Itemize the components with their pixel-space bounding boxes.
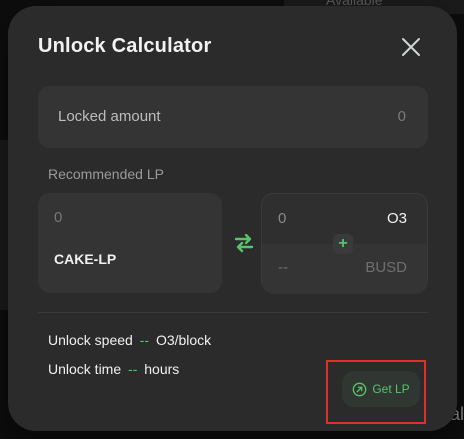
unlock-time-value: --	[128, 361, 138, 377]
close-button[interactable]	[399, 35, 423, 59]
lp-token-label: CAKE-LP	[54, 251, 117, 267]
get-lp-button[interactable]: Get LP	[342, 371, 420, 407]
plus-icon: +	[333, 234, 353, 254]
busd-amount-value: --	[278, 259, 288, 276]
o3-token-label: O3	[386, 210, 407, 227]
unlock-speed-value: --	[139, 332, 150, 348]
lp-amount-value: 0	[54, 209, 63, 226]
unlock-speed-label: Unlock speed	[48, 332, 133, 348]
swap-button[interactable]	[233, 232, 255, 254]
divider	[38, 312, 428, 313]
unlock-time-row: Unlock time -- hours	[48, 361, 179, 377]
token-pair-box: 0 O3 -- BUSD +	[261, 193, 428, 294]
locked-amount-value: 0	[397, 108, 406, 125]
close-icon	[402, 38, 420, 56]
modal-title: Unlock Calculator	[38, 35, 212, 57]
o3-amount-value: 0	[278, 210, 287, 227]
arrow-up-right-circle-icon	[352, 382, 367, 396]
lp-amount-field[interactable]: 0 CAKE-LP	[38, 193, 222, 293]
get-lp-label: Get LP	[372, 382, 410, 396]
unlock-time-unit: hours	[144, 361, 180, 377]
busd-token-label: BUSD	[365, 259, 407, 276]
recommended-lp-label: Recommended LP	[48, 166, 164, 182]
unlock-speed-unit: O3/block	[155, 332, 212, 348]
locked-amount-field[interactable]: Locked amount 0	[38, 86, 428, 148]
swap-icon	[234, 233, 254, 253]
unlock-time-label: Unlock time	[48, 361, 122, 377]
locked-amount-label: Locked amount	[58, 108, 161, 125]
unlock-speed-row: Unlock speed -- O3/block	[48, 332, 211, 348]
